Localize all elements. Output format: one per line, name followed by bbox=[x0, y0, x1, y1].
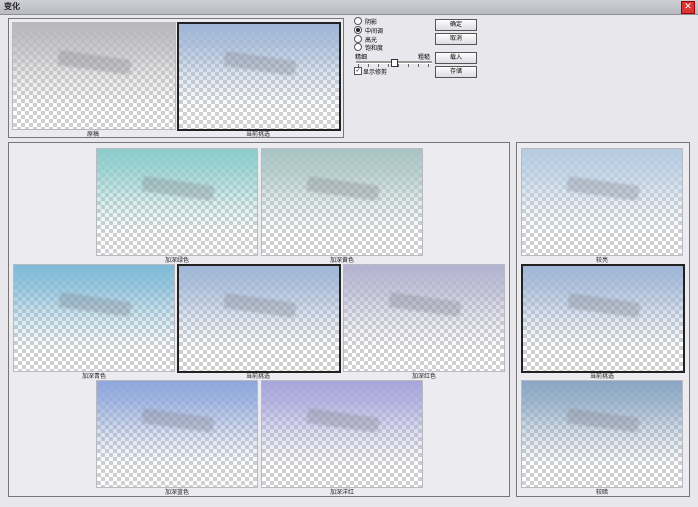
window-title: 变化 bbox=[4, 2, 20, 11]
more-green-label: 加深绿色 bbox=[164, 257, 189, 264]
slider-tick bbox=[388, 64, 389, 67]
current-pick-thumb-center[interactable] bbox=[177, 264, 341, 373]
more-yellow-label: 加深黄色 bbox=[329, 257, 354, 264]
show-clipping-checkbox[interactable]: ✓ bbox=[354, 67, 362, 75]
check-icon: ✓ bbox=[355, 67, 361, 74]
darker-label: 较暗 bbox=[595, 489, 608, 496]
cancel-button[interactable]: 取消 bbox=[435, 33, 477, 45]
darker-thumb[interactable] bbox=[521, 380, 683, 488]
more-cyan-thumb[interactable] bbox=[13, 264, 175, 372]
original-preview bbox=[12, 22, 176, 130]
slider-tick bbox=[418, 64, 419, 67]
current-tint bbox=[179, 24, 339, 129]
radio-shadows[interactable]: 阴影 bbox=[354, 17, 378, 26]
show-clipping-label: 显示修剪 bbox=[363, 69, 388, 76]
radio-indicator bbox=[354, 26, 362, 34]
radio-saturation[interactable]: 饱和度 bbox=[354, 43, 384, 52]
more-blue-label: 加深蓝色 bbox=[164, 489, 189, 496]
more-green-thumb[interactable] bbox=[96, 148, 258, 256]
more-magenta-thumb[interactable] bbox=[261, 380, 423, 488]
original-label: 原稿 bbox=[86, 131, 99, 138]
current-pick-label-right: 当前挑选 bbox=[589, 373, 614, 380]
current-pick-preview-top bbox=[177, 22, 341, 131]
slider-tick bbox=[398, 64, 399, 67]
slider-tick bbox=[428, 64, 429, 67]
radio-label: 饱和度 bbox=[365, 44, 384, 52]
radio-indicator bbox=[354, 35, 362, 43]
variation-tint bbox=[97, 149, 257, 255]
current-pick-label-top: 当前挑选 bbox=[245, 131, 270, 138]
more-blue-thumb[interactable] bbox=[96, 380, 258, 488]
ok-button[interactable]: 确定 bbox=[435, 19, 477, 31]
current-pick-thumb-right[interactable] bbox=[521, 264, 685, 373]
current-pick-label-center: 当前挑选 bbox=[245, 373, 270, 380]
fine-label: 精细 bbox=[355, 54, 368, 61]
variation-tint bbox=[523, 266, 683, 371]
variation-tint bbox=[344, 265, 504, 371]
close-button[interactable]: ✕ bbox=[681, 1, 695, 14]
more-red-thumb[interactable] bbox=[343, 264, 505, 372]
radio-label: 中间调 bbox=[365, 27, 384, 35]
radio-indicator bbox=[354, 17, 362, 25]
close-icon: ✕ bbox=[684, 2, 692, 12]
more-cyan-label: 加深青色 bbox=[81, 373, 106, 380]
radio-midtones[interactable]: 中间调 bbox=[354, 26, 384, 35]
more-yellow-thumb[interactable] bbox=[261, 148, 423, 256]
variation-tint bbox=[97, 381, 257, 487]
original-tint bbox=[13, 23, 175, 129]
variation-tint bbox=[179, 266, 339, 371]
slider-tick bbox=[408, 64, 409, 67]
save-button[interactable]: 存储 bbox=[435, 66, 477, 78]
variation-tint bbox=[522, 149, 682, 255]
lighter-thumb[interactable] bbox=[521, 148, 683, 256]
lighter-label: 较亮 bbox=[595, 257, 608, 264]
load-button[interactable]: 载入 bbox=[435, 52, 477, 64]
slider-thumb[interactable] bbox=[391, 59, 398, 67]
more-red-label: 加深红色 bbox=[411, 373, 436, 380]
radio-label: 阴影 bbox=[365, 18, 378, 26]
title-bar: 变化 ✕ bbox=[0, 0, 698, 15]
variation-tint bbox=[262, 381, 422, 487]
coarse-label: 粗糙 bbox=[418, 54, 431, 61]
variation-tint bbox=[262, 149, 422, 255]
radio-indicator bbox=[354, 43, 362, 51]
variation-tint bbox=[522, 381, 682, 487]
variation-tint bbox=[14, 265, 174, 371]
more-magenta-label: 加深洋红 bbox=[329, 489, 354, 496]
